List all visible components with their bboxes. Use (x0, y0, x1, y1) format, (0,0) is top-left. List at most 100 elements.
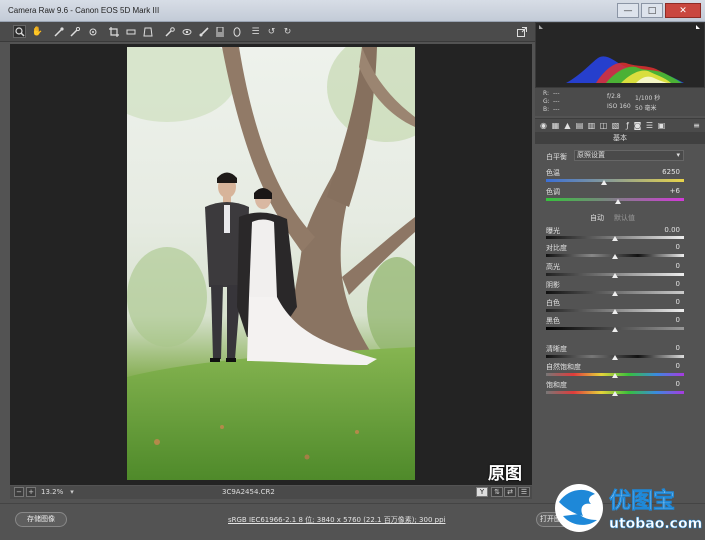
aperture-value: f/2.8 (607, 93, 621, 100)
save-image-button[interactable]: 存储图像 (15, 512, 67, 527)
hand-tool-icon[interactable]: ✋ (31, 25, 44, 38)
slider-label-highlights: 高光 (546, 263, 560, 271)
zoom-in-button[interactable]: + (26, 487, 36, 497)
preview-prefs-icon[interactable]: ☰ (518, 487, 530, 497)
slider-thumb-contrast[interactable] (612, 254, 618, 259)
slider-label-vibrance: 自然饱和度 (546, 363, 581, 371)
g-value: --- (553, 98, 560, 105)
red-eye-tool-icon[interactable] (180, 25, 193, 38)
auto-button[interactable]: 自动 (590, 214, 604, 222)
effects-icon[interactable]: ▧ (611, 121, 620, 130)
minimize-button[interactable]: — (617, 3, 639, 18)
snapshots-icon[interactable]: ▣ (657, 121, 666, 130)
presets-icon[interactable]: ☰ (645, 121, 654, 130)
white-balance-label: 白平衡 (546, 153, 567, 161)
straighten-tool-icon[interactable] (124, 25, 137, 38)
basic-panel-icon[interactable]: ◉ (539, 121, 548, 130)
slider-thumb-blacks[interactable] (612, 327, 618, 332)
zoom-out-button[interactable]: − (14, 487, 24, 497)
zoom-tool-icon[interactable] (13, 25, 26, 38)
zoom-level[interactable]: 13.2% (41, 488, 63, 496)
spot-removal-tool-icon[interactable] (163, 25, 176, 38)
crop-tool-icon[interactable] (107, 25, 120, 38)
g-label: G: (543, 98, 550, 105)
focal-length-value: 50 毫米 (635, 105, 657, 112)
photo-scene (127, 47, 415, 480)
slider-thumb-highlights[interactable] (612, 273, 618, 278)
slider-thumb-exposure[interactable] (612, 236, 618, 241)
logo-text-en: utobao.com (609, 516, 702, 532)
close-button[interactable]: ✕ (665, 3, 701, 18)
default-button[interactable]: 默认值 (614, 214, 635, 222)
info-panel: R: --- G: --- B: --- f/2.8 1/100 秒 ISO 1… (535, 88, 705, 116)
slider-thumb-shadows[interactable] (612, 291, 618, 296)
camera-calibration-icon[interactable]: ◙ (633, 121, 642, 130)
logo-text-cn: 优图宝 (609, 488, 675, 514)
r-value: --- (553, 90, 560, 97)
preview-photo (127, 47, 415, 480)
rotate-cw-icon[interactable]: ↻ (281, 25, 294, 38)
panel-tabs: ◉ ▦ ▲ ▤ ▥ ◫ ▧ ƒ ◙ ☰ ▣ ≡ (535, 118, 705, 132)
slider-label-shadows: 阴影 (546, 281, 560, 289)
slider-value-shadows[interactable]: 0 (676, 280, 680, 288)
slider-value-contrast[interactable]: 0 (676, 243, 680, 251)
slider-value-exposure[interactable]: 0.00 (664, 226, 680, 234)
watermark-label: 原图 (488, 464, 522, 484)
filename-label: 3C9A2454.CR2 (222, 488, 275, 496)
window-controls: — □ ✕ (617, 3, 701, 18)
transform-tool-icon[interactable] (141, 25, 154, 38)
slider-label-exposure: 曝光 (546, 227, 560, 235)
toolbar: ✋ ☰ ↺ ↻ (0, 22, 535, 42)
slider-thumb-tint[interactable] (615, 199, 621, 204)
slider-value-blacks[interactable]: 0 (676, 316, 680, 324)
white-balance-tool-icon[interactable] (52, 25, 65, 38)
slider-label-temperature: 色温 (546, 169, 560, 177)
targeted-adjustment-tool-icon[interactable] (86, 25, 99, 38)
title-bar: Camera Raw 9.6 - Canon EOS 5D Mark III —… (0, 0, 705, 22)
chevron-down-icon: ▾ (676, 151, 680, 159)
maximize-button[interactable]: □ (641, 3, 663, 18)
slider-value-whites[interactable]: 0 (676, 298, 680, 306)
copy-settings-icon[interactable]: ⇄ (504, 487, 516, 497)
preferences-icon[interactable]: ☰ (249, 25, 262, 38)
status-bar: − + 13.2% ▾ 3C9A2454.CR2 Y ⇅ ⇄ ☰ (10, 486, 532, 499)
slider-label-clarity: 清晰度 (546, 345, 567, 353)
slider-value-saturation[interactable]: 0 (676, 380, 680, 388)
adjustment-brush-tool-icon[interactable] (197, 25, 210, 38)
white-balance-value: 原照设置 (577, 151, 605, 159)
slider-value-temperature[interactable]: 6250 (662, 168, 680, 176)
histogram-graph (539, 25, 700, 83)
slider-thumb-temperature[interactable] (601, 180, 607, 185)
slider-thumb-saturation[interactable] (612, 391, 618, 396)
lens-corrections-icon[interactable]: ◫ (599, 121, 608, 130)
tone-curve-icon[interactable]: ▦ (551, 121, 560, 130)
window-title: Camera Raw 9.6 - Canon EOS 5D Mark III (8, 6, 160, 15)
slider-value-clarity[interactable]: 0 (676, 344, 680, 352)
bird-logo-icon: 优图宝 utobao.com (555, 484, 702, 532)
panel-menu-icon[interactable]: ≡ (692, 121, 701, 130)
detail-icon[interactable]: ▲ (563, 121, 572, 130)
fullscreen-icon[interactable] (515, 25, 528, 38)
slider-value-highlights[interactable]: 0 (676, 262, 680, 270)
workflow-options-link[interactable]: sRGB IEC61966-2.1 8 位; 3840 x 5760 (22.1… (228, 515, 445, 525)
slider-label-blacks: 黑色 (546, 317, 560, 325)
slider-track-temperature[interactable] (546, 179, 684, 182)
white-balance-select[interactable]: 原照设置 ▾ (574, 150, 684, 161)
zoom-dropdown-icon[interactable]: ▾ (67, 487, 77, 497)
hsl-icon[interactable]: ▤ (575, 121, 584, 130)
split-toning-icon[interactable]: ▥ (587, 121, 596, 130)
slider-value-vibrance[interactable]: 0 (676, 362, 680, 370)
slider-label-contrast: 对比度 (546, 244, 567, 252)
slider-thumb-clarity[interactable] (612, 355, 618, 360)
slider-thumb-vibrance[interactable] (612, 373, 618, 378)
swap-settings-icon[interactable]: ⇅ (491, 487, 503, 497)
slider-thumb-whites[interactable] (612, 309, 618, 314)
graduated-filter-tool-icon[interactable] (213, 25, 226, 38)
slider-label-tint: 色调 (546, 188, 560, 196)
slider-value-tint[interactable]: +6 (670, 187, 680, 195)
rotate-ccw-icon[interactable]: ↺ (265, 25, 278, 38)
before-after-toggle[interactable]: Y (476, 487, 488, 497)
color-sampler-tool-icon[interactable] (68, 25, 81, 38)
fx-icon[interactable]: ƒ (623, 121, 632, 130)
radial-filter-tool-icon[interactable] (230, 25, 243, 38)
